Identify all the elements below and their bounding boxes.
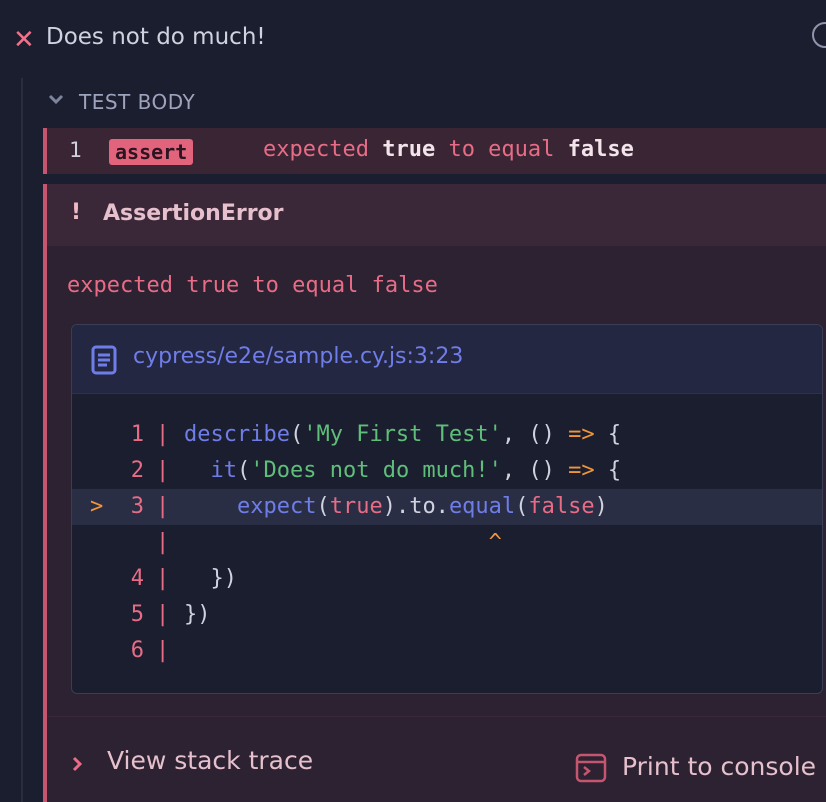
code-source: it('Does not do much!', () => { [184, 453, 622, 489]
code-token: it [210, 458, 238, 483]
code-source: }) [184, 597, 211, 633]
code-token: { [594, 458, 622, 483]
code-token: describe [184, 422, 290, 447]
fail-x-icon: ✕ [13, 25, 35, 55]
gutter-pipe: | [156, 422, 170, 447]
line-number: 6 [130, 638, 144, 663]
code-source: expect(true).to.equal(false) [184, 489, 608, 525]
code-line: 6 | [72, 633, 822, 669]
line-number: 1 [130, 422, 144, 447]
error-message: expected true to equal false [67, 273, 438, 298]
code-token: { [594, 422, 622, 447]
chevron-down-icon [48, 94, 64, 105]
error-name: AssertionError [103, 201, 284, 226]
error-caret: ^ [184, 530, 502, 555]
terminal-icon [575, 753, 607, 783]
code-token: , () [501, 422, 569, 447]
file-link[interactable]: cypress/e2e/sample.cy.js:3:23 [133, 344, 463, 369]
divider [47, 716, 826, 717]
document-icon [91, 345, 117, 375]
clock-icon [812, 22, 826, 48]
error-panel: ! AssertionError expected true to equal … [43, 184, 826, 802]
code-line: 1 | describe('My First Test', () => { [72, 417, 822, 453]
code-source: }) [184, 561, 237, 597]
code-token: => [568, 458, 595, 483]
command-message-part: to equal [435, 137, 568, 162]
test-title: Does not do much! [46, 24, 266, 50]
error-header: ! AssertionError [47, 184, 826, 246]
line-number: 4 [130, 566, 144, 591]
gutter-pipe: | [156, 494, 170, 519]
line-number: 3 [130, 494, 144, 519]
code-line-highlighted: >3 | expect(true).to.equal(false) [72, 489, 822, 525]
gutter-pipe: | [156, 530, 170, 555]
command-message-value: true [382, 137, 436, 162]
code-token: false [528, 494, 595, 519]
code-token: ( [316, 494, 330, 519]
command-message-part: expected [263, 137, 383, 162]
command-message: expected true to equal false [263, 137, 634, 162]
error-bang-icon: ! [71, 200, 82, 225]
code-line: | ^ [72, 525, 822, 561]
code-token: }) [184, 602, 211, 627]
gutter-pipe: | [156, 458, 170, 483]
command-message-value: false [567, 137, 634, 162]
command-name-badge: assert [109, 139, 194, 165]
code-token: ( [237, 458, 251, 483]
command-number: 1 [69, 138, 82, 162]
hierarchy-guide-line [21, 78, 23, 802]
code-token: => [568, 422, 595, 447]
code-token: ( [289, 422, 304, 447]
code-token: 'Does not do much!' [250, 458, 502, 483]
section-label: TEST BODY [79, 90, 196, 114]
code-token: ) [594, 494, 608, 519]
code-token: }) [184, 566, 237, 591]
test-body-section-header[interactable]: TEST BODY [44, 84, 826, 120]
code-token: 'My First Test' [303, 422, 502, 447]
code-token: expect [236, 494, 317, 519]
code-token: , () [501, 458, 569, 483]
gutter-pipe: | [156, 602, 170, 627]
view-stack-trace-label: View stack trace [107, 746, 314, 775]
code-line: 2 | it('Does not do much!', () => { [72, 453, 822, 489]
line-number: 2 [130, 458, 144, 483]
chevron-right-icon [72, 756, 83, 772]
code-frame-header[interactable]: cypress/e2e/sample.cy.js:3:23 [72, 325, 822, 394]
code-frame: cypress/e2e/sample.cy.js:3:23 1 | describe… [71, 324, 823, 694]
code-line: 5 |}) [72, 597, 822, 633]
code-source: ^ [184, 525, 502, 561]
gutter-pipe: | [156, 638, 170, 663]
command-row-assert[interactable]: 1 assert expected true to equal false [43, 128, 826, 174]
code-token: true [329, 494, 383, 519]
code-token: equal [448, 494, 516, 519]
line-number: 5 [130, 602, 144, 627]
code-source: describe('My First Test', () => { [184, 417, 621, 453]
code-token: ( [515, 494, 529, 519]
code-line: 4 | }) [72, 561, 822, 597]
test-title-row[interactable]: ✕ Does not do much! [0, 0, 826, 78]
gutter-pipe: | [156, 566, 170, 591]
code-lines: 1 | describe('My First Test', () => {2 | it… [72, 417, 822, 669]
code-token: ).to. [382, 494, 449, 519]
print-to-console-label: Print to console [622, 752, 817, 781]
